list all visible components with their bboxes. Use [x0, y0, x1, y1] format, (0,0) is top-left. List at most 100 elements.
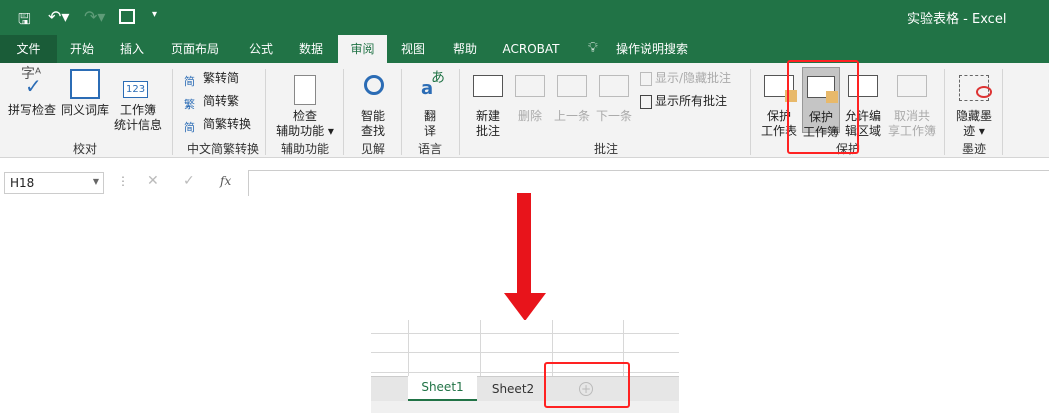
ribbon: 字ᴬ ✓ 拼写检查 同义词库 123 工作簿 统计信息 校对 简繁转简 繁简转繁 简简繁… — [0, 63, 1049, 158]
separator — [265, 69, 266, 155]
insert-function-icon[interactable]: fx — [220, 174, 231, 188]
arrow-down-icon — [504, 193, 546, 321]
tab-page-layout[interactable]: 页面布局 — [160, 35, 230, 63]
sheet-tab-sheet1[interactable]: Sheet1 — [408, 376, 477, 401]
ribbon-tabs: 文件 开始 插入 页面布局 公式 数据 审阅 视图 帮助 ACROBAT 💡︎ … — [0, 35, 1049, 63]
sheet-grid: Sheet1 Sheet2 + — [371, 320, 679, 413]
tab-data[interactable]: 数据 — [288, 35, 334, 63]
smart-lookup-button[interactable]: 智能 查找 — [350, 75, 396, 139]
hide-ink-button[interactable]: 隐藏墨迹 ▾ — [952, 75, 996, 139]
unshare-workbook-button: 取消共 享工作簿 — [886, 75, 938, 139]
redo-icon: ↷▾ — [84, 7, 106, 26]
comment-icon — [640, 94, 652, 109]
book-icon — [70, 69, 100, 99]
tab-home[interactable]: 开始 — [57, 35, 107, 63]
ink-icon — [959, 75, 992, 101]
window-title: 实验表格 - Excel — [907, 8, 1006, 27]
trad-to-simp-button[interactable]: 简繁转简 — [184, 68, 239, 88]
tab-view[interactable]: 视图 — [390, 35, 436, 63]
doc-name: 实验表格 — [907, 12, 960, 27]
group-comments: 批注 — [593, 142, 618, 156]
label: 统计信息 — [113, 118, 162, 132]
label: 同义词库 — [60, 103, 109, 117]
translate-icon: aあ — [421, 70, 445, 99]
label: 取消共 — [893, 109, 930, 123]
separator — [944, 69, 945, 155]
stats-icon: 123 — [123, 69, 153, 99]
separator — [750, 69, 751, 155]
label: 简繁转换 — [203, 117, 252, 131]
customize-qat-icon[interactable]: ▾ — [152, 9, 157, 20]
label: 智能 — [360, 109, 385, 123]
sheet-tabs-bar: Sheet1 Sheet2 + — [371, 376, 679, 401]
tab-help[interactable]: 帮助 — [442, 35, 488, 63]
label: 新建 — [475, 109, 500, 123]
label: 隐藏墨 — [955, 109, 992, 123]
separator — [459, 69, 460, 155]
next-comment-button: 下一条 — [594, 75, 634, 124]
accessibility-icon — [294, 75, 316, 105]
lightbulb-icon: 💡︎ — [588, 40, 598, 56]
tab-file[interactable]: 文件 — [0, 35, 57, 63]
spelling-button[interactable]: 字ᴬ ✓ 拼写检查 — [6, 66, 58, 118]
namebox-value: H18 — [10, 176, 35, 190]
group-ink: 墨迹 — [961, 142, 986, 156]
group-chinese: 中文简繁转换 — [186, 142, 259, 156]
label: 译 — [423, 124, 436, 138]
spelling-check-icon: 字ᴬ ✓ — [21, 66, 42, 98]
simp-to-trad-button[interactable]: 繁简转繁 — [184, 91, 239, 111]
group-proofing: 校对 — [72, 142, 97, 156]
highlight-add-sheet — [544, 362, 630, 408]
name-box[interactable]: H18 ▼ — [4, 172, 104, 194]
convert-icon: 简 — [184, 120, 195, 134]
group-insights: 见解 — [360, 142, 385, 156]
tab-review[interactable]: 审阅 — [338, 35, 387, 63]
translate-button[interactable]: aあ翻译 — [408, 70, 452, 139]
label: 享工作簿 — [887, 124, 936, 138]
check-accessibility-button[interactable]: 检查 辅助功能 ▾ — [272, 75, 338, 139]
traditional-icon: 繁 — [184, 97, 195, 111]
highlight-protect-workbook — [787, 60, 859, 154]
unshare-icon — [897, 75, 927, 97]
show-all-comments-button[interactable]: 显示所有批注 — [640, 91, 727, 111]
separator — [172, 69, 173, 155]
previous-comment-icon — [557, 75, 587, 97]
save-icon[interactable]: 🖫 — [18, 9, 31, 34]
label: 辅助功能 — [276, 124, 325, 138]
form-icon[interactable] — [119, 9, 135, 24]
search-icon — [358, 75, 388, 105]
more-icon: ⋮ — [117, 174, 129, 188]
delete-comment-button: 删除 — [512, 75, 548, 124]
label: 繁转简 — [203, 71, 240, 85]
separator — [1002, 69, 1003, 155]
convert-button[interactable]: 简简繁转换 — [184, 114, 251, 134]
label: 删除 — [517, 109, 542, 123]
thesaurus-button[interactable]: 同义词库 — [60, 69, 110, 118]
label: 显示所有批注 — [655, 94, 728, 108]
undo-icon[interactable]: ↶▾ — [48, 7, 69, 26]
label: 拼写检查 — [7, 103, 56, 117]
simplified-icon: 简 — [184, 74, 195, 88]
label: 简转繁 — [203, 94, 240, 108]
title-separator: - — [963, 12, 968, 27]
tab-formulas[interactable]: 公式 — [238, 35, 284, 63]
label: 显示/隐藏批注 — [655, 71, 732, 85]
label: 批注 — [475, 124, 500, 138]
enter-icon: ✓ — [183, 173, 195, 189]
sheet-tab-sheet2[interactable]: Sheet2 — [477, 377, 549, 401]
new-comment-button[interactable]: 新建 批注 — [466, 75, 510, 139]
formula-input[interactable] — [248, 170, 1049, 196]
cancel-icon: ✕ — [147, 173, 159, 189]
tab-insert[interactable]: 插入 — [107, 35, 157, 63]
show-hide-comment-button: 显示/隐藏批注 — [640, 68, 731, 88]
label: 下一条 — [595, 109, 632, 123]
delete-comment-icon — [515, 75, 545, 97]
label: 检查 — [292, 109, 317, 123]
new-comment-icon — [473, 75, 503, 97]
tell-me-search[interactable]: 操作说明搜索 — [612, 35, 692, 63]
tab-acrobat[interactable]: ACROBAT — [496, 35, 566, 63]
workbook-stats-button[interactable]: 123 工作簿 统计信息 — [112, 69, 164, 133]
group-language: 语言 — [417, 142, 442, 156]
label: 工作簿 — [119, 103, 156, 117]
comment-icon — [640, 71, 652, 86]
